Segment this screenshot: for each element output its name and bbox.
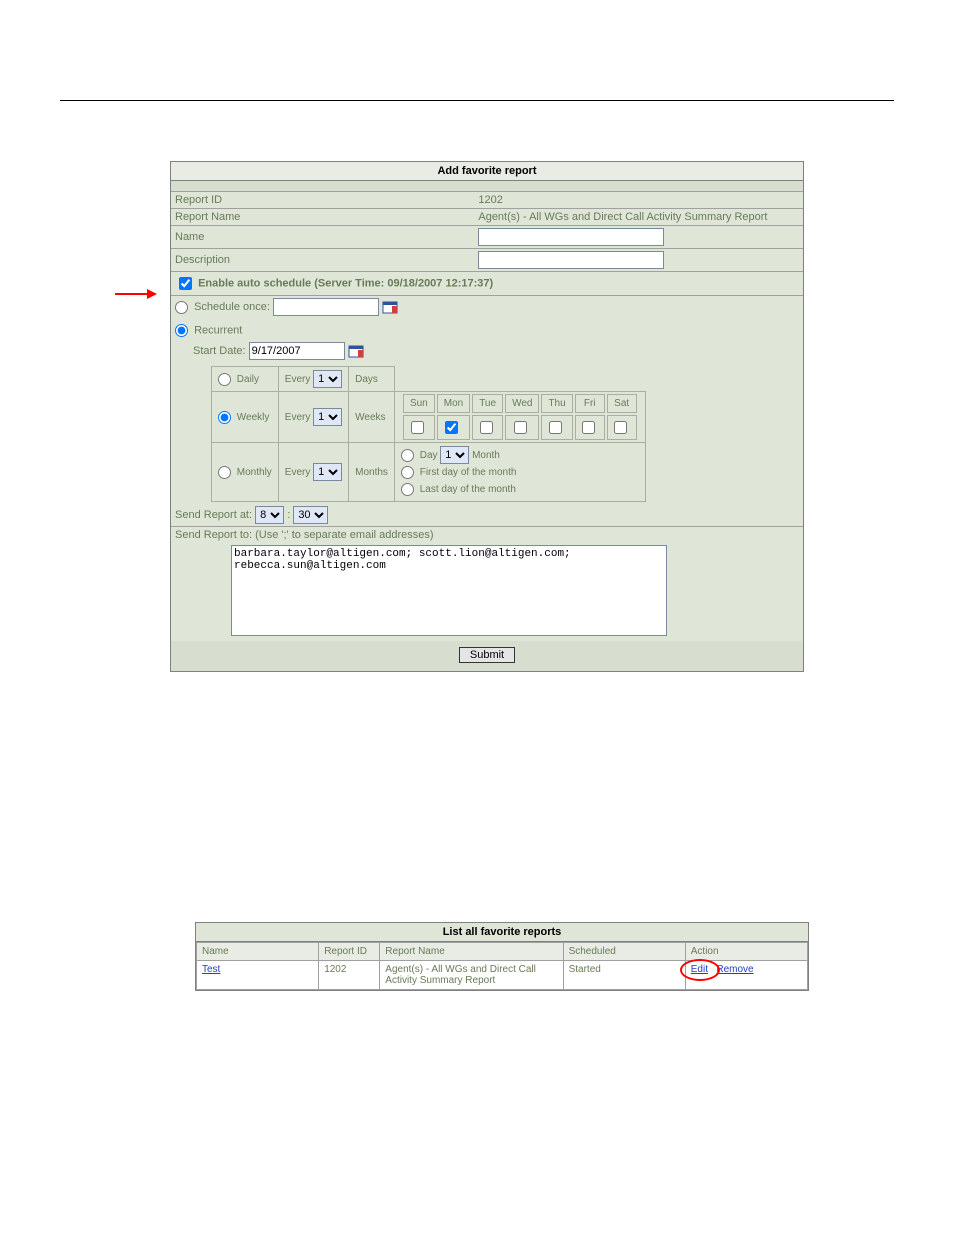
recurrent-label: Recurrent [194, 324, 242, 336]
calendar-icon[interactable] [382, 300, 398, 314]
report-name-label: Report Name [175, 211, 240, 223]
list-favorite-reports-panel: List all favorite reports Name Report ID… [195, 922, 809, 991]
every-label: Every [285, 467, 311, 478]
row-scheduled: Started [563, 961, 685, 990]
first-day-label: First day of the month [420, 467, 517, 478]
monthly-day-select[interactable]: 1 [440, 446, 469, 464]
dow-sun: Sun [403, 394, 435, 413]
edit-link[interactable]: Edit [691, 964, 708, 975]
row-name-link[interactable]: Test [202, 964, 220, 975]
report-id-label: Report ID [175, 194, 222, 206]
dow-sat-checkbox[interactable] [614, 421, 627, 434]
col-report-id: Report ID [319, 943, 380, 961]
send-minute-select[interactable]: 30 [293, 506, 328, 524]
add-favorite-report-panel: Add favorite report Report ID 1202 Repor… [170, 161, 804, 672]
submit-button[interactable]: Submit [459, 647, 515, 663]
last-day-label: Last day of the month [420, 484, 516, 495]
dow-sat: Sat [607, 394, 637, 413]
send-hour-select[interactable]: 8 [255, 506, 284, 524]
schedule-once-date-input[interactable] [273, 298, 379, 316]
daily-label: Daily [237, 374, 259, 385]
dow-wed-checkbox[interactable] [514, 421, 527, 434]
month-label: Month [472, 450, 500, 461]
report-name-value: Agent(s) - All WGs and Direct Call Activ… [478, 211, 767, 223]
description-label: Description [175, 254, 230, 266]
remove-link[interactable]: Remove [716, 964, 753, 975]
time-colon: : [287, 509, 290, 521]
every-label: Every [285, 374, 311, 385]
daily-radio[interactable] [218, 373, 231, 386]
weekly-every-select[interactable]: 1 [313, 408, 342, 426]
col-name: Name [197, 943, 319, 961]
last-day-radio[interactable] [401, 483, 414, 496]
col-scheduled: Scheduled [563, 943, 685, 961]
schedule-once-radio[interactable] [175, 301, 188, 314]
callout-arrow [115, 289, 157, 299]
every-label: Every [285, 412, 311, 423]
dow-tue: Tue [472, 394, 503, 413]
row-report-id: 1202 [319, 961, 380, 990]
dow-fri-checkbox[interactable] [582, 421, 595, 434]
start-date-input[interactable] [249, 342, 345, 360]
first-day-radio[interactable] [401, 466, 414, 479]
dow-mon: Mon [437, 394, 470, 413]
dow-tue-checkbox[interactable] [480, 421, 493, 434]
name-label: Name [175, 231, 204, 243]
months-label: Months [355, 467, 388, 478]
dow-fri: Fri [575, 394, 605, 413]
enable-auto-schedule-label: Enable auto schedule (Server Time: 09/18… [198, 277, 493, 289]
email-textarea[interactable]: barbara.taylor@altigen.com; scott.lion@a… [231, 545, 667, 636]
table-row: Test 1202 Agent(s) - All WGs and Direct … [197, 961, 808, 990]
schedule-once-label: Schedule once: [194, 301, 270, 313]
dow-sun-checkbox[interactable] [411, 421, 424, 434]
send-report-at-label: Send Report at: [175, 509, 252, 521]
list-panel-title: List all favorite reports [196, 923, 808, 942]
description-input[interactable] [478, 251, 664, 269]
col-action: Action [685, 943, 807, 961]
monthly-day-radio[interactable] [401, 449, 414, 462]
monthly-every-select[interactable]: 1 [313, 463, 342, 481]
recurrent-radio[interactable] [175, 324, 188, 337]
enable-auto-schedule-checkbox[interactable] [179, 277, 192, 290]
monthly-radio[interactable] [218, 466, 231, 479]
dow-wed: Wed [505, 394, 539, 413]
daily-every-select[interactable]: 1 [313, 370, 342, 388]
col-report-name: Report Name [380, 943, 563, 961]
page-divider [60, 100, 894, 101]
report-id-value: 1202 [478, 194, 502, 206]
monthly-label: Monthly [237, 467, 272, 478]
send-report-to-label: Send Report to: (Use ';' to separate ema… [175, 529, 434, 541]
row-report-name: Agent(s) - All WGs and Direct Call Activ… [380, 961, 563, 990]
dow-thu: Thu [541, 394, 572, 413]
weeks-label: Weeks [355, 412, 385, 423]
dow-mon-checkbox[interactable] [445, 421, 458, 434]
name-input[interactable] [478, 228, 664, 246]
weekly-label: Weekly [237, 412, 270, 423]
calendar-icon[interactable] [348, 344, 364, 358]
start-date-label: Start Date: [193, 345, 246, 357]
dow-thu-checkbox[interactable] [549, 421, 562, 434]
monthly-day-label: Day [420, 450, 438, 461]
add-panel-title: Add favorite report [171, 162, 803, 181]
days-label: Days [355, 374, 378, 385]
weekly-radio[interactable] [218, 411, 231, 424]
